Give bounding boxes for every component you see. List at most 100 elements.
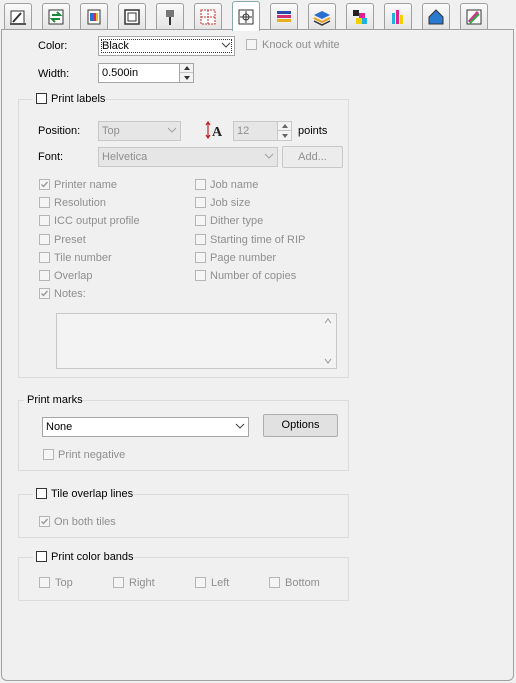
tile-number-checkbox[interactable] bbox=[39, 251, 50, 263]
tile-overlap-checkbox[interactable] bbox=[36, 488, 47, 499]
printer-name-checkbox[interactable] bbox=[39, 179, 50, 190]
color-bands-title: Print color bands bbox=[51, 551, 134, 563]
add-font-button[interactable]: Add... bbox=[282, 146, 343, 168]
marks-target-icon bbox=[238, 9, 254, 24]
options-button[interactable]: Options bbox=[263, 414, 338, 437]
layout-ruler-icon bbox=[10, 10, 26, 25]
points-label: points bbox=[298, 125, 328, 137]
print-negative-checkbox[interactable] bbox=[43, 449, 54, 460]
knockout-white-checkbox[interactable] bbox=[246, 39, 257, 50]
color-stack-icon bbox=[277, 10, 291, 22]
band-bottom-checkbox[interactable] bbox=[269, 577, 280, 588]
caret-down-icon bbox=[183, 75, 190, 80]
notes-scrollbar[interactable] bbox=[321, 314, 336, 368]
font-select-value: Helvetica bbox=[102, 151, 148, 163]
band-right-checkbox[interactable] bbox=[113, 577, 124, 588]
position-select[interactable]: Top bbox=[98, 121, 181, 141]
print-marks-value: None bbox=[46, 421, 73, 433]
tab-transfer[interactable] bbox=[42, 3, 70, 29]
print-labels-checkbox[interactable] bbox=[36, 93, 47, 104]
overlap-checkbox[interactable] bbox=[39, 270, 50, 281]
tab-color-stack[interactable] bbox=[270, 3, 298, 29]
chevron-down-icon bbox=[264, 153, 274, 159]
tab-pushpin[interactable] bbox=[156, 3, 184, 29]
caret-down-icon bbox=[281, 133, 288, 138]
check-icon bbox=[41, 290, 49, 297]
check-icon bbox=[41, 181, 49, 188]
stepper-down-button[interactable] bbox=[278, 131, 291, 140]
preset-checkbox[interactable] bbox=[39, 233, 50, 245]
chevron-down-icon bbox=[235, 423, 245, 429]
svg-text:A: A bbox=[212, 125, 223, 139]
notes-checkbox[interactable] bbox=[39, 288, 50, 300]
arrows-transfer-icon bbox=[48, 9, 64, 24]
stepper-up-button[interactable] bbox=[278, 122, 291, 131]
position-label: Position: bbox=[38, 125, 81, 137]
tab-cmyk[interactable] bbox=[346, 3, 374, 29]
scroll-down-icon[interactable] bbox=[324, 358, 332, 364]
tile-overlap-title: Tile overlap lines bbox=[51, 488, 134, 500]
band-bottom-label: Bottom bbox=[285, 577, 320, 589]
stepper-up-button[interactable] bbox=[180, 64, 193, 73]
job-size-checkbox[interactable] bbox=[195, 197, 206, 209]
color-select[interactable]: Black bbox=[98, 36, 235, 56]
tab-color-image[interactable] bbox=[80, 3, 108, 29]
color-image-icon bbox=[87, 9, 101, 24]
toolbar bbox=[0, 0, 516, 31]
tab-page-frame[interactable] bbox=[118, 3, 146, 29]
band-left-checkbox[interactable] bbox=[195, 577, 206, 588]
tab-marks[interactable] bbox=[232, 1, 260, 31]
tile-number-label: Tile number bbox=[54, 251, 112, 264]
tab-color-bars[interactable] bbox=[384, 3, 412, 29]
dither-type-checkbox[interactable] bbox=[195, 215, 206, 227]
page-number-checkbox[interactable] bbox=[195, 251, 206, 263]
color-bars-icon bbox=[392, 9, 403, 24]
width-input[interactable]: 0.500in bbox=[98, 63, 180, 83]
position-select-value: Top bbox=[102, 125, 120, 137]
tab-color-picker[interactable] bbox=[460, 3, 488, 29]
color-bands-checkbox[interactable] bbox=[36, 551, 47, 562]
scroll-up-icon[interactable] bbox=[324, 318, 332, 324]
tab-house-shape[interactable] bbox=[422, 3, 450, 29]
icc-output-profile-checkbox[interactable] bbox=[39, 215, 50, 227]
color-select-value: Black bbox=[102, 40, 129, 52]
font-size-input[interactable]: 12 bbox=[233, 121, 278, 141]
printer-name-label: Printer name bbox=[54, 179, 117, 191]
icc-output-profile-label: ICC output profile bbox=[54, 215, 140, 228]
font-select[interactable]: Helvetica bbox=[98, 147, 278, 167]
check-icon bbox=[41, 518, 49, 525]
tab-layout[interactable] bbox=[4, 3, 32, 29]
starting-time-of-rip-checkbox[interactable] bbox=[195, 233, 206, 245]
width-label: Width: bbox=[38, 68, 70, 80]
pushpin-icon bbox=[166, 9, 174, 25]
tab-grid[interactable] bbox=[194, 3, 222, 29]
page-frame-icon bbox=[124, 8, 140, 25]
font-size-icon: A bbox=[205, 121, 223, 139]
stepper-down-button[interactable] bbox=[180, 73, 193, 82]
both-tiles-label: On both tiles bbox=[54, 516, 116, 528]
font-label: Font: bbox=[38, 151, 64, 163]
job-size-label: Job size bbox=[210, 197, 251, 210]
resolution-label: Resolution bbox=[54, 197, 106, 210]
notes-textarea[interactable] bbox=[56, 313, 337, 369]
cmyk-blocks-icon bbox=[353, 9, 367, 24]
resolution-checkbox[interactable] bbox=[39, 197, 50, 209]
chevron-down-icon bbox=[221, 42, 231, 48]
number-of-copies-checkbox[interactable] bbox=[195, 270, 206, 281]
tab-layers[interactable] bbox=[308, 3, 336, 29]
font-size-stepper[interactable] bbox=[277, 121, 292, 141]
print-negative-label: Print negative bbox=[58, 449, 126, 461]
knockout-white-label: Knock out white bbox=[262, 39, 340, 51]
both-tiles-checkbox[interactable] bbox=[39, 516, 50, 527]
page-number-label: Page number bbox=[210, 251, 277, 264]
color-picker-icon bbox=[466, 9, 482, 24]
color-label: Color: bbox=[38, 40, 68, 52]
print-marks-select[interactable]: None bbox=[42, 417, 249, 437]
job-name-checkbox[interactable] bbox=[195, 179, 206, 190]
grid-dots-icon bbox=[200, 9, 216, 24]
print-marks-title: Print marks bbox=[27, 394, 83, 406]
notes-label: Notes: bbox=[54, 288, 86, 301]
band-top-checkbox[interactable] bbox=[39, 577, 50, 588]
width-stepper[interactable] bbox=[179, 63, 194, 83]
overlap-label: Overlap bbox=[54, 270, 93, 282]
